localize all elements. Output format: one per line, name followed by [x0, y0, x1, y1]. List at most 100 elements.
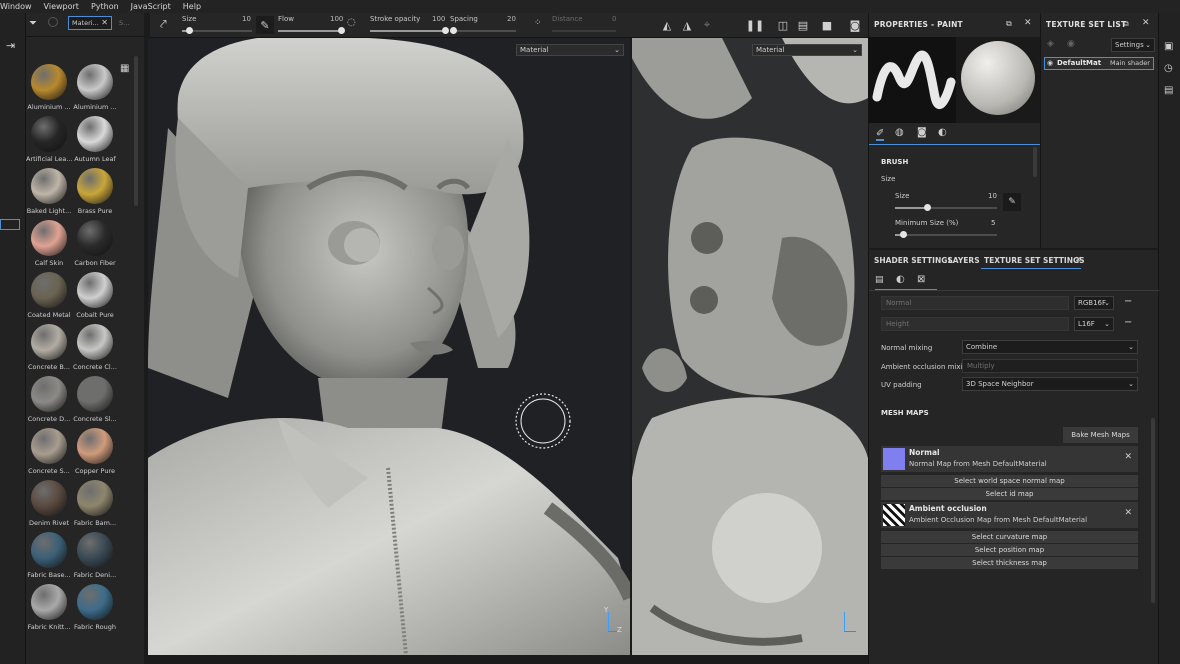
tab-shader-settings[interactable]: SHADER SETTINGS	[874, 256, 953, 265]
material-thumbnail[interactable]: Fabric Rough	[72, 584, 118, 631]
toolbar-size-slider[interactable]	[182, 27, 252, 34]
brush-tab-icon[interactable]: ✐	[876, 128, 885, 141]
shelf-scrollbar[interactable]	[134, 56, 138, 206]
select-world-normal-button[interactable]: Select world space normal map	[881, 475, 1138, 487]
material-thumbnail[interactable]: Aluminium ...	[26, 64, 72, 111]
viewport-3d[interactable]: Material ⌄ Y Z	[148, 38, 630, 655]
toolbar-spacing-slider[interactable]	[450, 27, 516, 34]
material-thumbnail[interactable]: Copper Pure	[72, 428, 118, 475]
shelf-search-tab[interactable]: S...	[119, 19, 129, 27]
pen-pressure-icon[interactable]: ✎	[256, 16, 274, 34]
material-thumbnail[interactable]: Fabric Bam...	[72, 480, 118, 527]
material-thumbnail[interactable]: Carbon Fiber	[72, 220, 118, 267]
tss-scrollbar[interactable]	[1151, 418, 1155, 603]
select-id-map-button[interactable]: Select id map	[881, 488, 1138, 500]
settings-dropdown[interactable]: Settings ⌄	[1111, 38, 1155, 52]
history-icon[interactable]: ◷	[1164, 63, 1173, 74]
menu-python[interactable]: Python	[87, 2, 127, 11]
bake-icon[interactable]: ◐	[896, 274, 905, 285]
visibility-icon[interactable]: ◉	[1067, 39, 1075, 49]
slider-knob[interactable]	[338, 27, 345, 34]
undock-icon[interactable]: ⧉	[1006, 19, 1012, 29]
normal-mixing-dropdown[interactable]: Combine ⌄	[962, 340, 1138, 354]
material-thumbnail[interactable]: Fabric Deni...	[72, 532, 118, 579]
menu-javascript[interactable]: JavaScript	[127, 2, 179, 11]
material-thumbnail[interactable]: Fabric Base...	[26, 532, 72, 579]
material-thumbnail[interactable]: Concrete B...	[26, 324, 72, 371]
uv-padding-dropdown[interactable]: 3D Space Neighbor ⌄	[962, 377, 1138, 391]
height-format-dropdown[interactable]: L16F ⌄	[1074, 317, 1114, 331]
screenshot-icon[interactable]: ◙	[846, 16, 864, 34]
close-icon[interactable]: ✕	[101, 17, 108, 29]
material-thumbnail[interactable]: Cobalt Pure	[72, 272, 118, 319]
menu-window[interactable]: Window	[0, 2, 40, 11]
uv-icon[interactable]: ⊠	[917, 274, 925, 285]
symmetry-settings-icon[interactable]: ⌖	[698, 16, 716, 34]
select-position-button[interactable]: Select position map	[881, 544, 1138, 556]
view-mode-icon[interactable]: ◫	[774, 16, 792, 34]
camera-video-icon[interactable]: ■	[818, 16, 836, 34]
material-thumbnail[interactable]: Fabric Knitt...	[26, 584, 72, 631]
filter-icon[interactable]: ⏷	[29, 18, 37, 29]
alpha-tab-icon[interactable]: ◐	[938, 127, 947, 138]
material-thumbnail[interactable]: Coated Metal	[26, 272, 72, 319]
brush-size-slider[interactable]	[895, 204, 997, 211]
ao-map-card[interactable]: Ambient occlusion Ambient Occlusion Map …	[881, 502, 1138, 528]
slider-knob[interactable]	[450, 27, 457, 34]
undock-icon[interactable]: ⧉	[1123, 19, 1129, 29]
close-icon[interactable]: ✕	[1142, 18, 1150, 28]
toolbar-distance-slider[interactable]	[552, 30, 616, 32]
menu-help[interactable]: Help	[179, 2, 209, 11]
stencil-tab-icon[interactable]: ◙	[917, 127, 927, 138]
slider-knob[interactable]	[442, 27, 449, 34]
menu-viewport[interactable]: Viewport	[40, 2, 87, 11]
material-thumbnail[interactable]: Concrete S...	[26, 428, 72, 475]
texture-set-item[interactable]: ◉ DefaultMat Main shader	[1044, 57, 1154, 70]
layers-icon[interactable]: ◈	[1047, 39, 1054, 49]
shelf-materials-tab[interactable]: Materi... ✕	[68, 16, 112, 30]
eye-icon[interactable]: ◉	[1047, 59, 1053, 67]
log-icon[interactable]: ▤	[1164, 85, 1173, 96]
display-settings-icon[interactable]: ▣	[1164, 41, 1173, 52]
viewport-3d-channel-select[interactable]: Material ⌄	[516, 44, 624, 56]
size-pressure-icon[interactable]: ✎	[1003, 193, 1021, 211]
flow-pressure-icon[interactable]: ◌	[347, 17, 356, 28]
material-tab-icon[interactable]: ◍	[895, 127, 904, 138]
toolbar-flow-slider[interactable]	[278, 27, 345, 34]
material-thumbnail[interactable]: Concrete Sl...	[72, 376, 118, 423]
slider-knob[interactable]	[186, 27, 194, 34]
symmetry-mirror-icon[interactable]: ◮	[678, 16, 696, 34]
material-thumbnail[interactable]: Autumn Leaf	[72, 116, 118, 163]
close-icon[interactable]: ✕	[1124, 508, 1132, 518]
normal-format-dropdown[interactable]: RGB16F ⌄	[1074, 296, 1114, 310]
close-icon[interactable]: ✕	[1124, 452, 1132, 462]
material-thumbnail[interactable]: Calf Skin	[26, 220, 72, 267]
import-icon[interactable]: ⇥	[6, 39, 15, 52]
material-thumbnail[interactable]: Concrete D...	[26, 376, 72, 423]
material-thumbnail[interactable]: Brass Pure	[72, 168, 118, 215]
viewport-2d-channel-select[interactable]: Material ⌄	[752, 44, 862, 56]
properties-scrollbar[interactable]	[1033, 147, 1037, 177]
remove-channel-icon[interactable]: −	[1124, 296, 1132, 307]
material-thumbnail[interactable]: Artificial Lea...	[26, 116, 72, 163]
select-curvature-button[interactable]: Select curvature map	[881, 531, 1138, 543]
min-size-slider[interactable]	[895, 231, 997, 238]
toolbar-stroke-slider[interactable]	[370, 27, 449, 34]
viewport-2d[interactable]: Material ⌄	[632, 38, 868, 655]
display-settings-icon[interactable]: ▤	[794, 16, 812, 34]
tab-layers[interactable]: LAYERS	[948, 256, 980, 265]
bake-mesh-maps-button[interactable]: Bake Mesh Maps	[1063, 427, 1138, 443]
lazy-mouse-icon[interactable]: ⁘	[534, 18, 542, 28]
material-thumbnail[interactable]: Concrete Cl...	[72, 324, 118, 371]
close-icon[interactable]: ✕	[1024, 18, 1032, 28]
symmetry-icon[interactable]: ◭	[658, 16, 676, 34]
circle-icon[interactable]	[48, 17, 58, 27]
material-thumbnail[interactable]: Denim Rivet	[26, 480, 72, 527]
normal-map-card[interactable]: Normal Normal Map from Mesh DefaultMater…	[881, 446, 1138, 472]
pause-icon[interactable]: ❚❚	[746, 16, 764, 34]
brush-tool-icon[interactable]: ⤤	[160, 17, 167, 32]
select-thickness-button[interactable]: Select thickness map	[881, 557, 1138, 569]
remove-channel-icon[interactable]: −	[1124, 317, 1132, 328]
material-thumbnail[interactable]: Aluminium ...	[72, 64, 118, 111]
material-thumbnail[interactable]: Baked Light...	[26, 168, 72, 215]
